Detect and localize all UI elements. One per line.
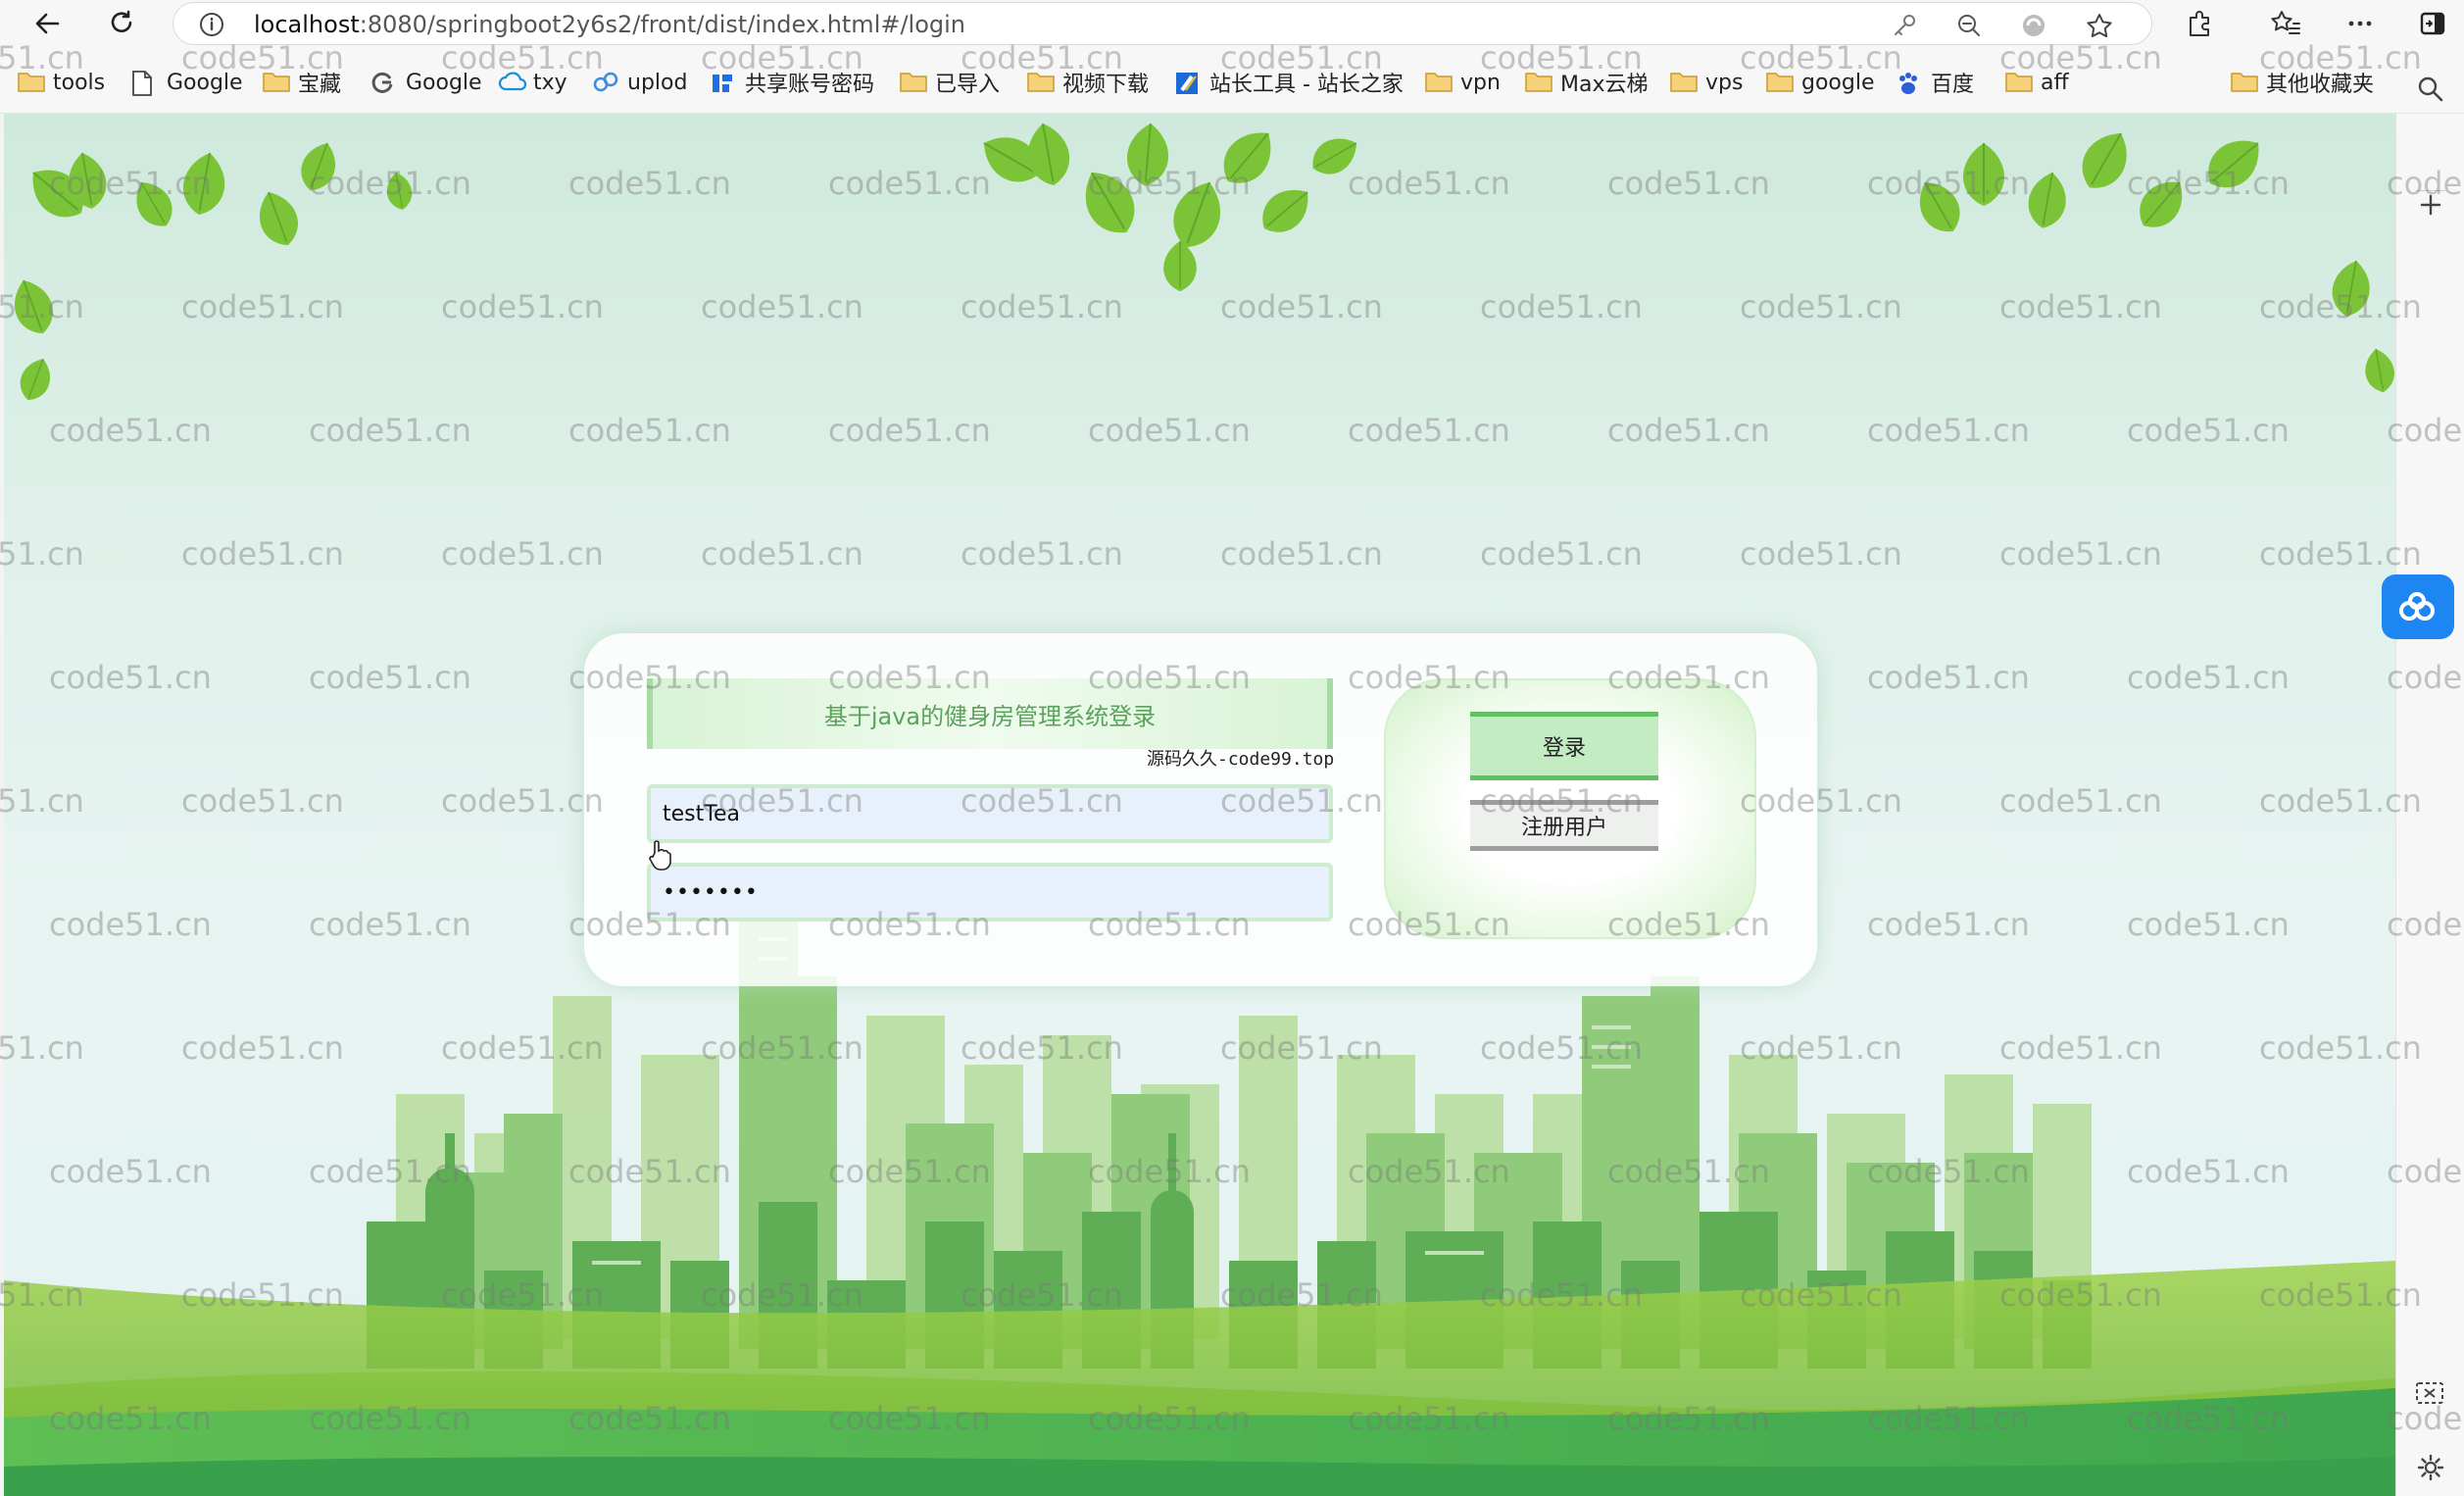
- search-icon[interactable]: [2416, 75, 2445, 108]
- bookmark-label: txy: [533, 70, 567, 95]
- bookmark-label: vps: [1705, 70, 1744, 95]
- bookmark-label: 其他收藏夹: [2266, 73, 2375, 97]
- folder-icon: [18, 71, 45, 94]
- reload-icon[interactable]: [102, 4, 141, 43]
- page-icon: [131, 71, 159, 96]
- add-icon[interactable]: [2416, 190, 2445, 224]
- browser-toolbar: localhost:8080/springboot2y6s2/front/dis…: [0, 0, 2464, 47]
- bookmark-label: uplod: [627, 70, 688, 95]
- bookmark-label: vpn: [1460, 70, 1501, 95]
- bookmark-item[interactable]: vps: [1670, 69, 1743, 96]
- bookmark-item[interactable]: tools: [18, 69, 105, 96]
- bookmark-label: 站长工具 - 站长之家: [1209, 73, 1404, 97]
- bookmark-item[interactable]: 视频下载: [1027, 69, 1150, 97]
- register-button[interactable]: 注册用户: [1470, 800, 1658, 851]
- cloud-icon: [498, 71, 527, 94]
- settings-gear-icon[interactable]: [2416, 1453, 2445, 1486]
- bookmark-label: Google: [167, 70, 243, 95]
- bookmark-label: tools: [53, 70, 106, 95]
- bookmark-item[interactable]: 站长工具 - 站长之家: [1174, 69, 1404, 97]
- bookmark-item[interactable]: 宝藏: [263, 69, 342, 97]
- cloud-assistant-widget[interactable]: [2382, 574, 2454, 639]
- bookmark-item[interactable]: Max云梯: [1525, 69, 1649, 97]
- folder-icon: [263, 71, 290, 94]
- bookmark-item[interactable]: 共享账号密码: [710, 69, 875, 97]
- favorite-star-icon[interactable]: [2085, 12, 2114, 45]
- username-input[interactable]: testTea: [647, 784, 1333, 843]
- folder-icon: [2231, 71, 2258, 94]
- favorites-icon[interactable]: [2268, 6, 2303, 41]
- browser-sidebar: [2395, 76, 2464, 1496]
- password-input[interactable]: •••••••: [647, 863, 1333, 922]
- bookmark-item[interactable]: aff: [2005, 69, 2069, 96]
- bookmark-label: google: [1801, 70, 1875, 95]
- site-info-icon[interactable]: [199, 12, 224, 41]
- share-icon: [710, 71, 737, 94]
- sidebar-toggle-icon[interactable]: [2415, 6, 2450, 41]
- bookmark-label: 宝藏: [298, 73, 342, 97]
- screenshot-icon[interactable]: [2414, 1378, 2445, 1412]
- cloud-link-icon: [2399, 592, 2435, 621]
- key-icon[interactable]: [1891, 12, 1918, 43]
- bookmark-item[interactable]: google: [1766, 69, 1875, 96]
- folder-icon: [900, 71, 927, 94]
- bookmark-label: aff: [2041, 70, 2069, 95]
- url-text: localhost:8080/springboot2y6s2/front/dis…: [254, 11, 966, 38]
- bookmark-label: 已导入: [935, 73, 1001, 97]
- bookmark-item[interactable]: txy: [498, 69, 567, 96]
- hand-cursor-icon: [647, 839, 672, 874]
- bookmark-label: 百度: [1931, 73, 1975, 97]
- back-icon[interactable]: [27, 4, 67, 43]
- folder-icon: [1525, 71, 1552, 94]
- google-icon: [370, 71, 398, 94]
- bookmark-item[interactable]: 已导入: [900, 69, 1001, 97]
- folder-icon: [2005, 71, 2033, 94]
- folder-icon: [1766, 71, 1794, 94]
- folder-icon: [1670, 71, 1698, 94]
- bookmark-label: 共享账号密码: [745, 73, 875, 97]
- bookmark-label: Google: [406, 70, 482, 95]
- more-icon[interactable]: [2342, 6, 2378, 41]
- bookmark-item[interactable]: vpn: [1425, 69, 1501, 96]
- cloud-upload-icon: [592, 71, 619, 94]
- login-title: 基于java的健身房管理系统登录: [647, 678, 1333, 749]
- copilot-icon[interactable]: [2020, 12, 2047, 43]
- login-button[interactable]: 登录: [1470, 712, 1658, 780]
- source-note: 源码久久-code99.top: [1147, 749, 1335, 770]
- bookmark-item[interactable]: Google: [131, 69, 243, 96]
- address-bar[interactable]: localhost:8080/springboot2y6s2/front/dis…: [172, 2, 2152, 45]
- bookmark-label: 视频下载: [1062, 73, 1150, 97]
- bookmark-item[interactable]: uplod: [592, 69, 687, 96]
- folder-icon: [1425, 71, 1453, 94]
- zoom-out-icon[interactable]: [1955, 12, 1983, 43]
- extensions-icon[interactable]: [2182, 6, 2217, 41]
- bookmark-item[interactable]: 百度: [1896, 69, 1975, 97]
- bookmark-item-other[interactable]: 其他收藏夹: [2231, 69, 2375, 97]
- folder-icon: [1027, 71, 1055, 94]
- bookmark-label: Max云梯: [1560, 73, 1649, 97]
- bookmarks-bar: tools Google 宝藏 Google txy uplod 共享账号密码 …: [0, 47, 2464, 114]
- bookmark-item[interactable]: Google: [370, 69, 482, 96]
- baidu-icon: [1896, 71, 1923, 94]
- chinaz-icon: [1174, 71, 1202, 94]
